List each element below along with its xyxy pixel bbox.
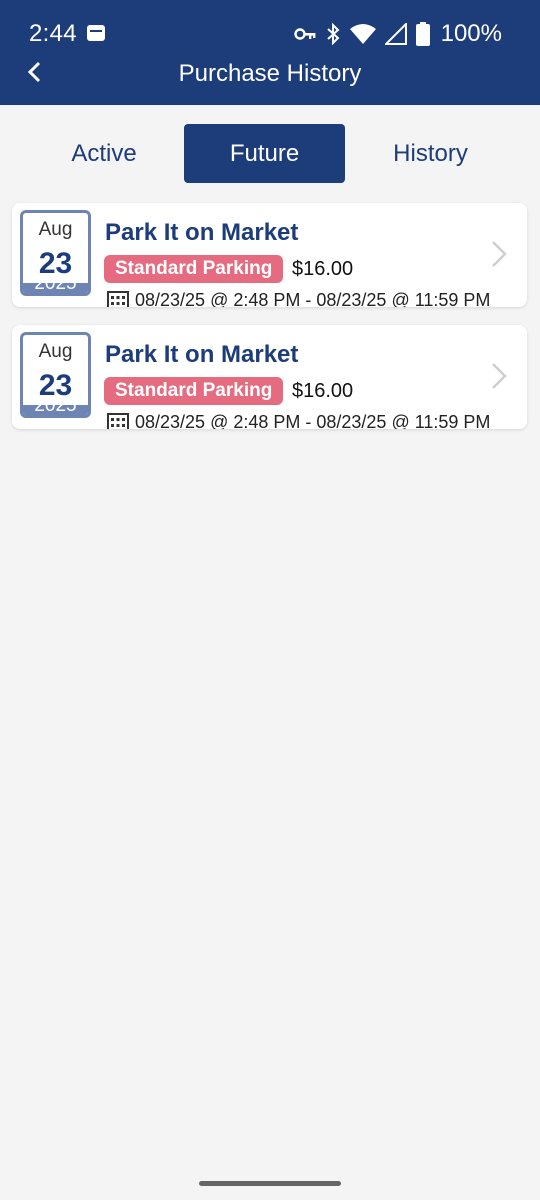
date-badge: Aug 23 2025: [20, 210, 91, 296]
date-year: 2025: [23, 283, 88, 293]
notification-card-icon: [87, 25, 105, 41]
date-day: 23: [38, 247, 73, 280]
price: $16.00: [292, 258, 354, 280]
tab-future[interactable]: Future: [184, 124, 345, 183]
purchase-card[interactable]: Aug 23 2025 Park It on Market Standard P…: [12, 325, 527, 429]
calendar-icon: [107, 291, 129, 307]
parking-type-badge: Standard Parking: [104, 377, 284, 405]
tab-active[interactable]: Active: [24, 124, 184, 183]
battery-icon: [415, 22, 430, 46]
location-name: Park It on Market: [105, 341, 299, 368]
tab-history[interactable]: History: [345, 124, 516, 183]
price: $16.00: [292, 380, 354, 402]
nav-row: Purchase History: [0, 52, 540, 96]
wifi-icon: [349, 24, 376, 44]
tab-bar: Active Future History: [24, 124, 516, 184]
date-year-band: 2025: [23, 283, 88, 293]
home-indicator[interactable]: [199, 1181, 341, 1186]
date-day: 23: [38, 369, 73, 402]
purchase-card[interactable]: Aug 23 2025 Park It on Market Standard P…: [12, 203, 527, 307]
schedule-row: 08/23/25 @ 2:48 PM - 08/23/25 @ 11:59 PM: [107, 412, 527, 429]
date-year-band: 2025: [23, 405, 88, 415]
schedule-text: 08/23/25 @ 2:48 PM - 08/23/25 @ 11:59 PM: [135, 290, 491, 307]
status-time: 2:44: [29, 20, 77, 47]
chevron-right-icon: [492, 363, 507, 389]
battery-percent: 100%: [440, 20, 502, 47]
bluetooth-icon: [326, 22, 340, 46]
schedule-text: 08/23/25 @ 2:48 PM - 08/23/25 @ 11:59 PM: [135, 412, 491, 429]
date-year: 2025: [23, 405, 88, 415]
date-month: Aug: [38, 219, 73, 240]
location-name: Park It on Market: [105, 219, 299, 246]
parking-type-badge: Standard Parking: [104, 255, 284, 283]
chevron-right-icon: [492, 241, 507, 267]
cell-signal-icon: [384, 23, 407, 45]
status-icons: 100%: [293, 20, 502, 48]
app-header: 2:44 100% Purchase History: [0, 0, 540, 105]
date-month: Aug: [38, 341, 73, 362]
vpn-key-icon: [293, 28, 316, 40]
page-title: Purchase History: [178, 60, 362, 87]
calendar-icon: [107, 413, 129, 429]
schedule-row: 08/23/25 @ 2:48 PM - 08/23/25 @ 11:59 PM: [107, 290, 527, 307]
date-badge: Aug 23 2025: [20, 332, 91, 418]
